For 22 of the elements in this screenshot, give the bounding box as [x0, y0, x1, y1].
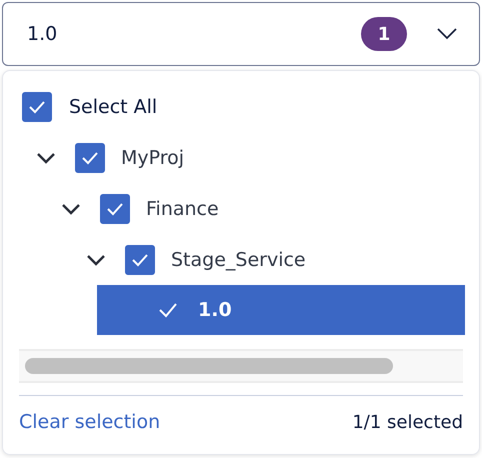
selection-count: 1/1 selected: [352, 412, 463, 432]
tree-item-label[interactable]: Stage_Service: [171, 248, 306, 270]
select-all-label[interactable]: Select All: [69, 96, 158, 118]
tree-checkbox[interactable]: [75, 142, 105, 172]
tree-item[interactable]: 1.0: [97, 285, 465, 335]
tree-checkbox[interactable]: [100, 194, 130, 224]
count-badge: 1: [361, 17, 407, 51]
tree-item-label[interactable]: Finance: [146, 198, 219, 220]
tree-item-label[interactable]: MyProj: [121, 146, 184, 168]
checkmark-icon: [131, 252, 149, 266]
checkmark-icon: [106, 202, 124, 216]
check-icon: [158, 302, 178, 318]
chevron-down-icon[interactable]: [437, 28, 457, 40]
horizontal-scrollbar[interactable]: [19, 349, 463, 383]
clear-selection-link[interactable]: Clear selection: [19, 411, 160, 433]
select-all-checkbox[interactable]: [22, 92, 52, 122]
tree-checkbox[interactable]: [125, 244, 155, 274]
checkmark-icon: [28, 100, 46, 114]
tree-item-label: 1.0: [198, 299, 232, 321]
dropdown-value: 1.0: [27, 23, 58, 45]
version-dropdown[interactable]: 1.0 1: [2, 2, 480, 66]
checkmark-icon: [81, 150, 99, 164]
